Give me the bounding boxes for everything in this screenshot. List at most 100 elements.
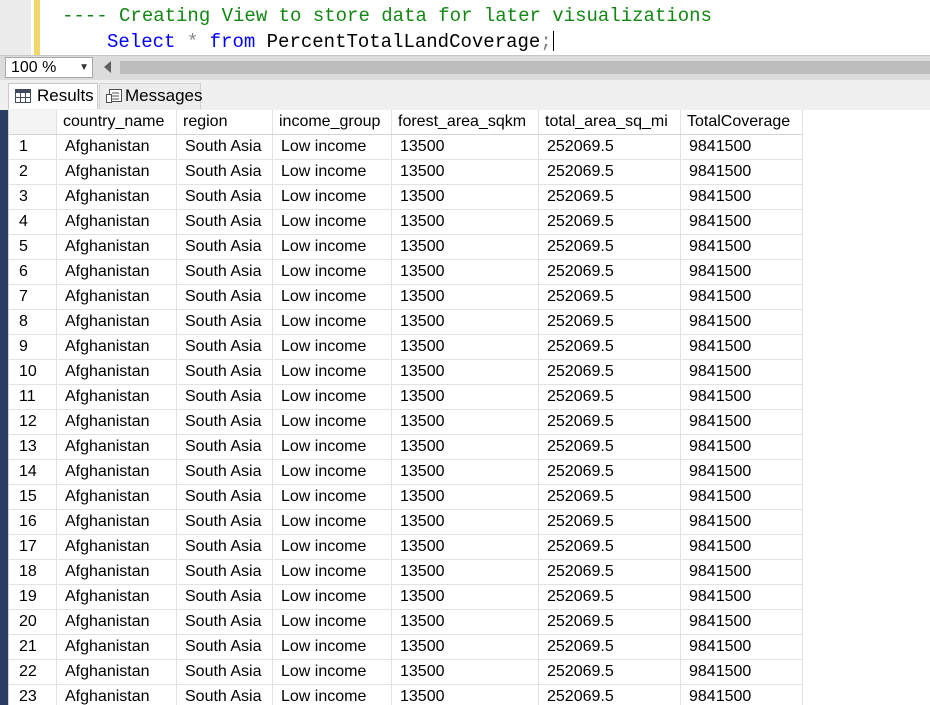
cell-region[interactable]: South Asia [177,260,273,285]
cell-total-area-sq-mi[interactable]: 252069.5 [539,610,681,635]
cell-forest-area-sqkm[interactable]: 13500 [392,485,539,510]
cell-total-area-sq-mi[interactable]: 252069.5 [539,410,681,435]
cell-region[interactable]: South Asia [177,435,273,460]
cell-forest-area-sqkm[interactable]: 13500 [392,185,539,210]
cell-income-group[interactable]: Low income [273,560,392,585]
cell-income-group[interactable]: Low income [273,510,392,535]
row-number-cell[interactable]: 16 [9,510,57,535]
cell-country-name[interactable]: Afghanistan [57,535,177,560]
tab-messages[interactable]: Messages [99,83,202,109]
cell-region[interactable]: South Asia [177,685,273,705]
row-number-cell[interactable]: 21 [9,635,57,660]
cell-total-coverage[interactable]: 9841500 [681,260,803,285]
column-header-forest-area-sqkm[interactable]: forest_area_sqkm [392,110,539,135]
cell-total-area-sq-mi[interactable]: 252069.5 [539,585,681,610]
cell-total-area-sq-mi[interactable]: 252069.5 [539,310,681,335]
cell-total-coverage[interactable]: 9841500 [681,410,803,435]
column-header-region[interactable]: region [177,110,273,135]
zoom-dropdown[interactable]: 100 % ▼ [5,57,93,78]
cell-income-group[interactable]: Low income [273,485,392,510]
cell-income-group[interactable]: Low income [273,135,392,160]
cell-income-group[interactable]: Low income [273,460,392,485]
cell-income-group[interactable]: Low income [273,285,392,310]
cell-income-group[interactable]: Low income [273,685,392,705]
cell-total-area-sq-mi[interactable]: 252069.5 [539,260,681,285]
cell-income-group[interactable]: Low income [273,610,392,635]
cell-income-group[interactable]: Low income [273,260,392,285]
cell-income-group[interactable]: Low income [273,360,392,385]
row-number-cell[interactable]: 19 [9,585,57,610]
cell-forest-area-sqkm[interactable]: 13500 [392,235,539,260]
cell-income-group[interactable]: Low income [273,185,392,210]
row-number-cell[interactable]: 18 [9,560,57,585]
cell-total-coverage[interactable]: 9841500 [681,610,803,635]
row-number-cell[interactable]: 22 [9,660,57,685]
cell-country-name[interactable]: Afghanistan [57,635,177,660]
cell-income-group[interactable]: Low income [273,210,392,235]
cell-country-name[interactable]: Afghanistan [57,360,177,385]
cell-total-area-sq-mi[interactable]: 252069.5 [539,460,681,485]
row-number-cell[interactable]: 7 [9,285,57,310]
cell-region[interactable]: South Asia [177,210,273,235]
cell-region[interactable]: South Asia [177,310,273,335]
column-header-total-coverage[interactable]: TotalCoverage [681,110,803,135]
cell-total-coverage[interactable]: 9841500 [681,185,803,210]
cell-region[interactable]: South Asia [177,610,273,635]
cell-region[interactable]: South Asia [177,335,273,360]
cell-forest-area-sqkm[interactable]: 13500 [392,610,539,635]
cell-total-coverage[interactable]: 9841500 [681,485,803,510]
cell-total-area-sq-mi[interactable]: 252069.5 [539,235,681,260]
cell-total-coverage[interactable]: 9841500 [681,210,803,235]
cell-forest-area-sqkm[interactable]: 13500 [392,260,539,285]
cell-region[interactable]: South Asia [177,585,273,610]
cell-total-area-sq-mi[interactable]: 252069.5 [539,185,681,210]
cell-income-group[interactable]: Low income [273,160,392,185]
row-number-cell[interactable]: 9 [9,335,57,360]
cell-total-coverage[interactable]: 9841500 [681,660,803,685]
chevron-down-icon[interactable]: ▼ [79,58,89,77]
cell-total-area-sq-mi[interactable]: 252069.5 [539,210,681,235]
cell-country-name[interactable]: Afghanistan [57,560,177,585]
row-number-cell[interactable]: 23 [9,685,57,705]
cell-region[interactable]: South Asia [177,460,273,485]
row-number-cell[interactable]: 1 [9,135,57,160]
cell-total-area-sq-mi[interactable]: 252069.5 [539,135,681,160]
cell-country-name[interactable]: Afghanistan [57,410,177,435]
select-all-corner[interactable] [9,110,57,135]
row-number-cell[interactable]: 17 [9,535,57,560]
cell-total-area-sq-mi[interactable]: 252069.5 [539,535,681,560]
cell-country-name[interactable]: Afghanistan [57,160,177,185]
cell-total-coverage[interactable]: 9841500 [681,160,803,185]
cell-region[interactable]: South Asia [177,185,273,210]
row-number-cell[interactable]: 8 [9,310,57,335]
cell-total-area-sq-mi[interactable]: 252069.5 [539,335,681,360]
cell-total-coverage[interactable]: 9841500 [681,235,803,260]
cell-forest-area-sqkm[interactable]: 13500 [392,535,539,560]
cell-country-name[interactable]: Afghanistan [57,485,177,510]
cell-country-name[interactable]: Afghanistan [57,210,177,235]
cell-total-coverage[interactable]: 9841500 [681,310,803,335]
cell-total-coverage[interactable]: 9841500 [681,560,803,585]
cell-region[interactable]: South Asia [177,410,273,435]
scroll-left-arrow-icon[interactable] [104,61,111,73]
row-number-cell[interactable]: 11 [9,385,57,410]
cell-income-group[interactable]: Low income [273,585,392,610]
column-header-total-area-sq-mi[interactable]: total_area_sq_mi [539,110,681,135]
cell-total-coverage[interactable]: 9841500 [681,685,803,705]
editor-line-query[interactable]: Select * from PercentTotalLandCoverage; [107,30,554,54]
row-number-cell[interactable]: 3 [9,185,57,210]
cell-total-area-sq-mi[interactable]: 252069.5 [539,510,681,535]
row-number-cell[interactable]: 15 [9,485,57,510]
cell-forest-area-sqkm[interactable]: 13500 [392,510,539,535]
cell-region[interactable]: South Asia [177,360,273,385]
cell-total-coverage[interactable]: 9841500 [681,360,803,385]
cell-country-name[interactable]: Afghanistan [57,685,177,705]
cell-region[interactable]: South Asia [177,660,273,685]
cell-total-area-sq-mi[interactable]: 252069.5 [539,685,681,705]
cell-total-area-sq-mi[interactable]: 252069.5 [539,435,681,460]
cell-income-group[interactable]: Low income [273,635,392,660]
cell-forest-area-sqkm[interactable]: 13500 [392,160,539,185]
cell-country-name[interactable]: Afghanistan [57,435,177,460]
row-number-cell[interactable]: 12 [9,410,57,435]
column-header-country-name[interactable]: country_name [57,110,177,135]
